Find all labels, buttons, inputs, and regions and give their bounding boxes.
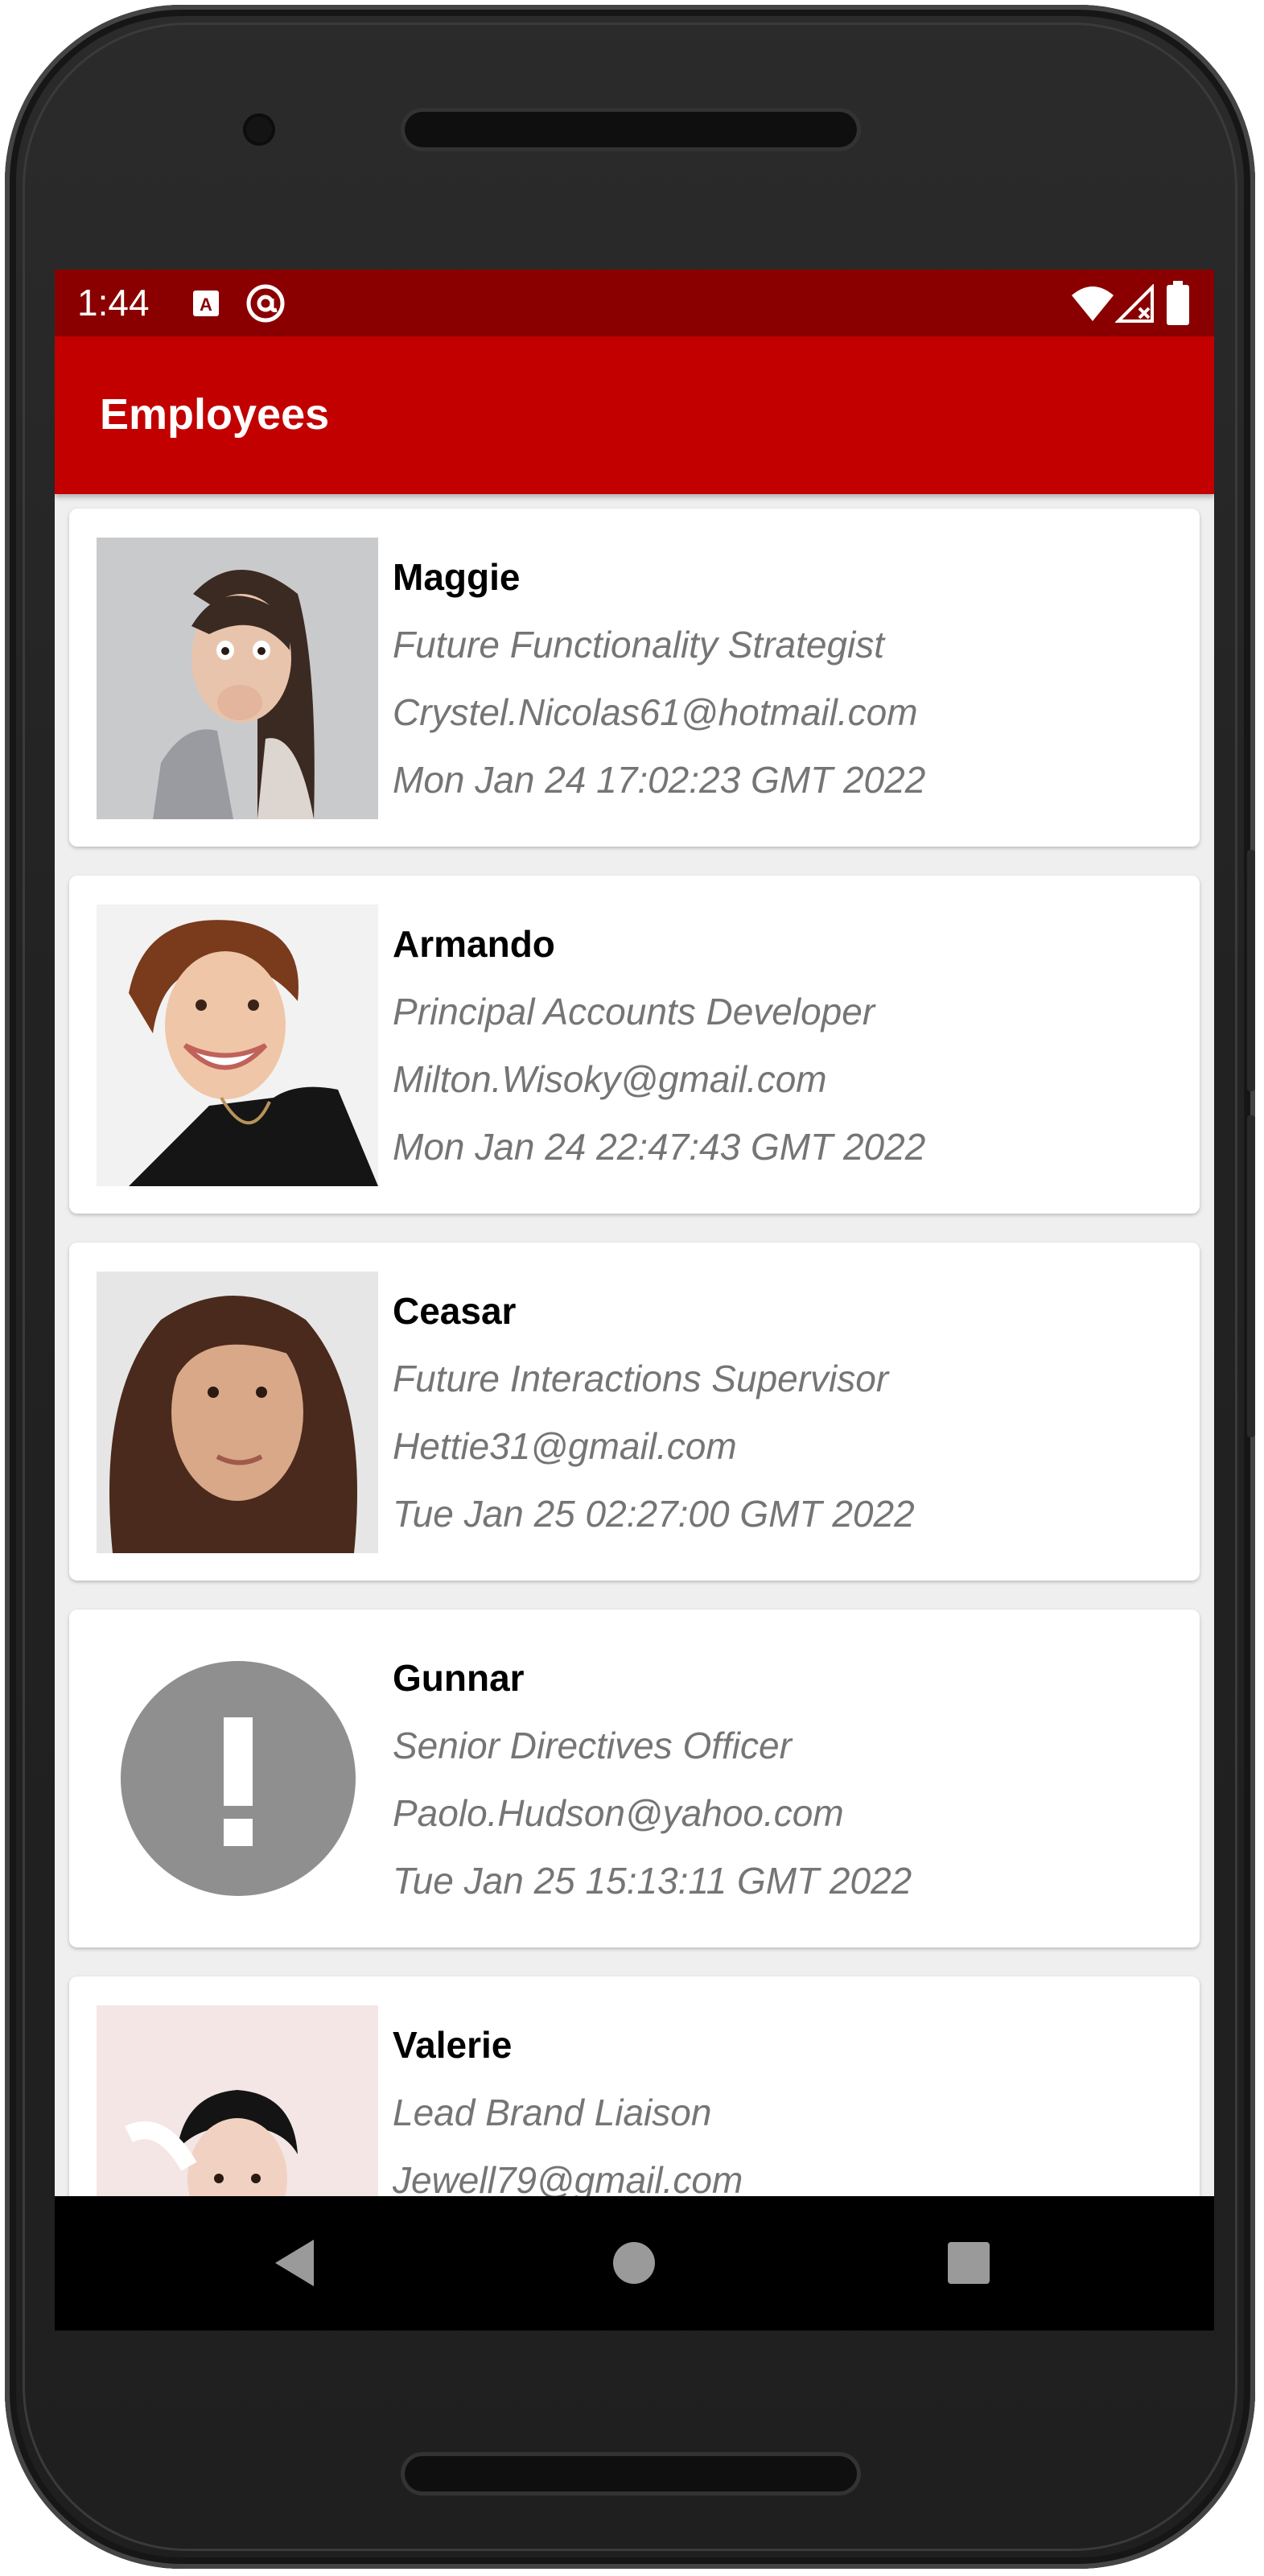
signal-icon [1115, 284, 1154, 323]
employee-date: Mon Jan 24 22:47:43 GMT 2022 [393, 1126, 926, 1168]
employee-title: Future Functionality Strategist [393, 624, 885, 666]
employee-photo [97, 1272, 378, 1553]
status-time: 1:44 [77, 282, 150, 324]
employee-date: Tue Jan 25 15:13:11 GMT 2022 [393, 1860, 912, 1902]
employee-email: Crystel.Nicolas61@hotmail.com [393, 691, 918, 733]
employee-name: Maggie [393, 556, 521, 598]
screen: 1:44 A Employees Maggie Future Functiona… [55, 270, 1214, 2331]
front-camera [243, 113, 275, 146]
employee-card[interactable]: Valerie Lead Brand Liaison Jewell79@gmai… [69, 1976, 1200, 2196]
employee-photo [97, 905, 378, 1186]
employee-photo [97, 538, 378, 819]
app-bar: Employees [55, 336, 1214, 494]
employee-name: Valerie [393, 2024, 513, 2066]
employee-date: Tue Jan 25 02:27:00 GMT 2022 [393, 1493, 915, 1535]
back-icon[interactable] [270, 2236, 319, 2290]
battery-icon [1167, 281, 1189, 325]
wifi-icon [1072, 286, 1114, 321]
employee-card[interactable]: Maggie Future Functionality Strategist C… [69, 509, 1200, 847]
at-sign-icon [246, 284, 285, 323]
employee-card[interactable]: Ceasar Future Interactions Supervisor He… [69, 1243, 1200, 1581]
svg-text:A: A [200, 295, 212, 315]
employee-title: Lead Brand Liaison [393, 2092, 712, 2133]
employee-list[interactable]: Maggie Future Functionality Strategist C… [55, 494, 1214, 2196]
employee-date: Mon Jan 24 17:02:23 GMT 2022 [393, 759, 926, 801]
employee-title: Principal Accounts Developer [393, 991, 875, 1032]
employee-title: Future Interactions Supervisor [393, 1358, 889, 1399]
employee-card[interactable]: Gunnar Senior Directives Officer Paolo.H… [69, 1609, 1200, 1947]
employee-email: Paolo.Hudson@yahoo.com [393, 1792, 844, 1834]
a-notification-icon: A [193, 291, 219, 316]
employee-email: Jewell79@gmail.com [393, 2159, 743, 2196]
employee-photo [97, 2005, 378, 2196]
page-title: Employees [100, 390, 330, 439]
phone-frame: 1:44 A Employees Maggie Future Functiona… [5, 5, 1255, 2569]
employee-email: Milton.Wisoky@gmail.com [393, 1058, 827, 1100]
employee-name: Armando [393, 923, 555, 965]
employee-name: Gunnar [393, 1657, 525, 1699]
power-button [1247, 1115, 1255, 1437]
employee-title: Senior Directives Officer [393, 1725, 792, 1766]
home-icon[interactable] [610, 2236, 658, 2290]
employee-name: Ceasar [393, 1290, 517, 1332]
error-exclamation-icon [121, 1661, 356, 1896]
recents-icon[interactable] [945, 2236, 993, 2290]
navigation-bar [55, 2196, 1214, 2331]
bottom-speaker [405, 2456, 857, 2492]
employee-card[interactable]: Armando Principal Accounts Developer Mil… [69, 876, 1200, 1214]
earpiece-speaker [405, 112, 857, 147]
volume-button [1247, 850, 1255, 1091]
status-bar: 1:44 A [55, 270, 1214, 336]
employee-email: Hettie31@gmail.com [393, 1425, 737, 1467]
